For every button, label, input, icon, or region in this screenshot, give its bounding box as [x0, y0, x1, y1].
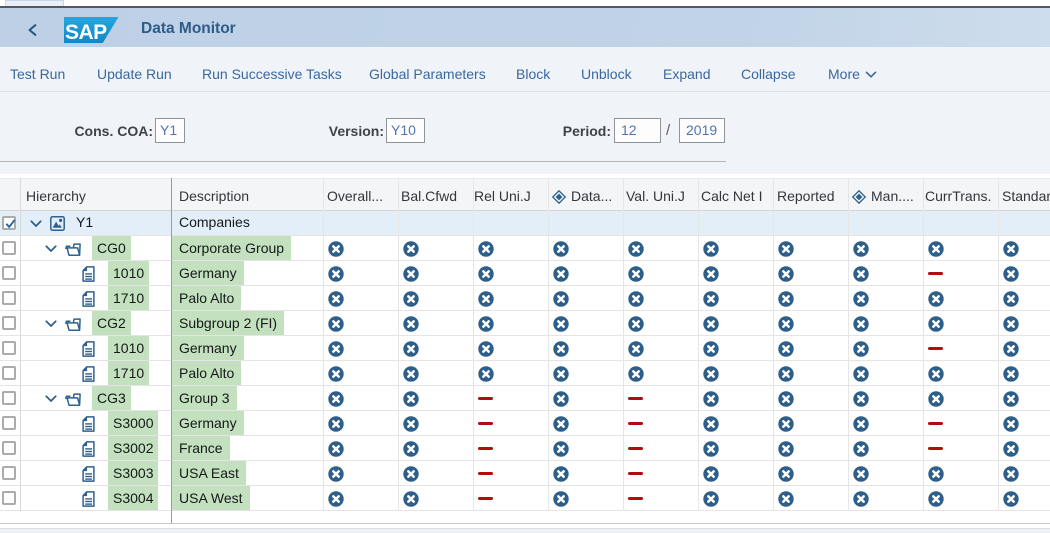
svg-text:SAP: SAP	[65, 21, 107, 43]
